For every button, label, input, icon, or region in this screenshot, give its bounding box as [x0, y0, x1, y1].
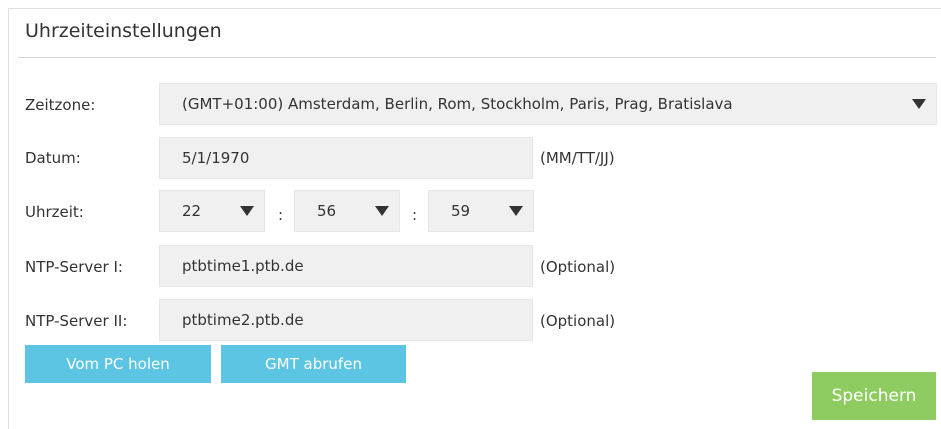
chevron-down-icon — [240, 206, 254, 216]
date-label: Datum: — [25, 149, 81, 167]
second-value: 59 — [451, 202, 471, 220]
get-gmt-button[interactable]: GMT abrufen — [221, 345, 406, 383]
ntp-server-2-input[interactable]: ptbtime2.ptb.de — [159, 299, 533, 341]
chevron-down-icon — [509, 206, 523, 216]
timezone-label: Zeitzone: — [25, 96, 96, 114]
timezone-select[interactable]: (GMT+01:00) Amsterdam, Berlin, Rom, Stoc… — [159, 83, 937, 125]
minute-select[interactable]: 56 — [294, 190, 400, 232]
ntp-server-1-input[interactable]: ptbtime1.ptb.de — [159, 245, 533, 287]
ntp-server-2-hint: (Optional) — [540, 312, 616, 330]
date-input[interactable]: 5/1/1970 — [159, 137, 533, 179]
chevron-down-icon — [912, 99, 926, 109]
save-button[interactable]: Speichern — [812, 372, 936, 420]
date-value: 5/1/1970 — [182, 149, 250, 167]
title-divider — [18, 57, 936, 58]
minute-value: 56 — [317, 202, 337, 220]
ntp-server-1-hint: (Optional) — [540, 258, 616, 276]
chevron-down-icon — [375, 206, 389, 216]
ntp-server-1-value: ptbtime1.ptb.de — [182, 257, 304, 275]
hour-value: 22 — [182, 202, 202, 220]
timezone-value: (GMT+01:00) Amsterdam, Berlin, Rom, Stoc… — [182, 95, 733, 113]
time-separator: : — [412, 206, 418, 224]
second-select[interactable]: 59 — [428, 190, 534, 232]
hour-select[interactable]: 22 — [159, 190, 265, 232]
ntp-server-2-value: ptbtime2.ptb.de — [182, 311, 304, 329]
get-from-pc-button[interactable]: Vom PC holen — [25, 345, 211, 383]
ntp-server-1-label: NTP-Server I: — [25, 258, 123, 276]
time-label: Uhrzeit: — [25, 203, 84, 221]
time-separator: : — [278, 206, 284, 224]
section-title: Uhrzeiteinstellungen — [25, 20, 222, 42]
ntp-server-2-label: NTP-Server II: — [25, 312, 128, 330]
date-format-hint: (MM/TT/JJ) — [540, 149, 615, 167]
